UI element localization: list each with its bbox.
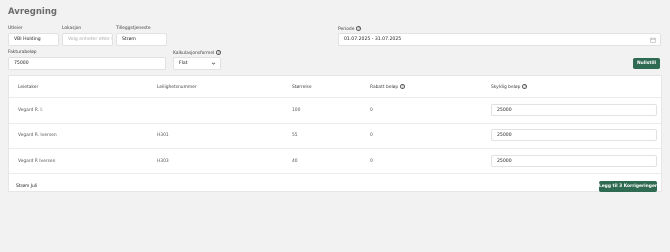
fakturabelop-input[interactable]: 75000 — [8, 57, 166, 70]
size-cell: 40 — [292, 159, 298, 164]
utleier-select[interactable]: VBI Holding — [8, 33, 59, 46]
column-header-tenant: Leietaker — [18, 85, 39, 90]
column-header-discount: Rabatt beløp? — [370, 84, 406, 90]
amount-input[interactable]: 25000 — [491, 155, 657, 167]
amount-input[interactable]: 25000 — [491, 129, 657, 141]
chevron-down-icon — [211, 62, 216, 65]
unit-cell: H301 — [157, 133, 169, 138]
kalkulasjonsformel-label: Kalkulasjonsformel? — [173, 50, 222, 56]
kalkulasjonsformel-label-text: Kalkulasjonsformel — [173, 51, 215, 56]
tilleggstjeneste-label: Tilleggstjeneste — [116, 26, 151, 31]
discount-cell: 0 — [370, 159, 373, 164]
discount-cell: 0 — [370, 108, 373, 113]
tilleggstjeneste-select[interactable]: Strøm — [116, 33, 167, 46]
tenant-cell: Vegard R. I. — [18, 108, 44, 113]
help-icon[interactable]: ? — [356, 26, 362, 31]
help-icon[interactable]: ? — [400, 84, 406, 89]
column-header-amount: Skyldig beløp? — [491, 84, 528, 90]
size-cell: 55 — [292, 133, 298, 138]
discount-cell: 0 — [370, 133, 373, 138]
row-divider — [9, 173, 661, 174]
column-header-unit: Leilighetsnummer — [157, 85, 197, 90]
amount-input[interactable]: 25000 — [491, 104, 657, 116]
size-cell: 100 — [292, 108, 301, 113]
footer-description: Strøm Juli — [16, 184, 38, 189]
help-icon[interactable]: ? — [216, 50, 222, 55]
row-divider — [9, 123, 661, 124]
help-icon[interactable]: ? — [522, 84, 528, 89]
add-corrections-button[interactable]: Legg til 3 Korrigeringer — [599, 181, 657, 192]
column-header-size: Størrelse — [292, 85, 312, 90]
periode-label-text: Periode — [338, 27, 355, 32]
periode-value: 01.07.2025 - 31.07.2025 — [344, 37, 402, 42]
fakturabelop-label: Fakturabeløp — [8, 50, 37, 55]
page-title: Avregning — [8, 7, 57, 17]
kalkulasjonsformel-value: Flat — [179, 61, 188, 66]
column-header-discount-text: Rabatt beløp — [370, 85, 399, 90]
settlement-table: Leietaker Leilighetsnummer Størrelse Rab… — [8, 75, 662, 192]
column-header-amount-text: Skyldig beløp — [491, 85, 521, 90]
row-divider — [9, 148, 661, 149]
periode-label: Periode? — [338, 26, 362, 32]
tenant-cell: Vegard R. Iversen — [18, 133, 57, 138]
calendar-icon[interactable] — [650, 37, 656, 43]
periode-date-range[interactable]: 01.07.2025 - 31.07.2025 — [338, 33, 661, 46]
lokasjon-label: Lokasjon — [62, 26, 82, 31]
reset-button[interactable]: Nullstill — [633, 58, 660, 69]
row-divider — [9, 97, 661, 98]
unit-cell: H303 — [157, 159, 169, 164]
lokasjon-input[interactable]: Velg enheter etter lo — [62, 33, 113, 46]
utleier-label: Utleier — [8, 26, 23, 31]
kalkulasjonsformel-select[interactable]: Flat — [173, 57, 221, 70]
tenant-cell: Vegard R Iversen — [18, 159, 56, 164]
